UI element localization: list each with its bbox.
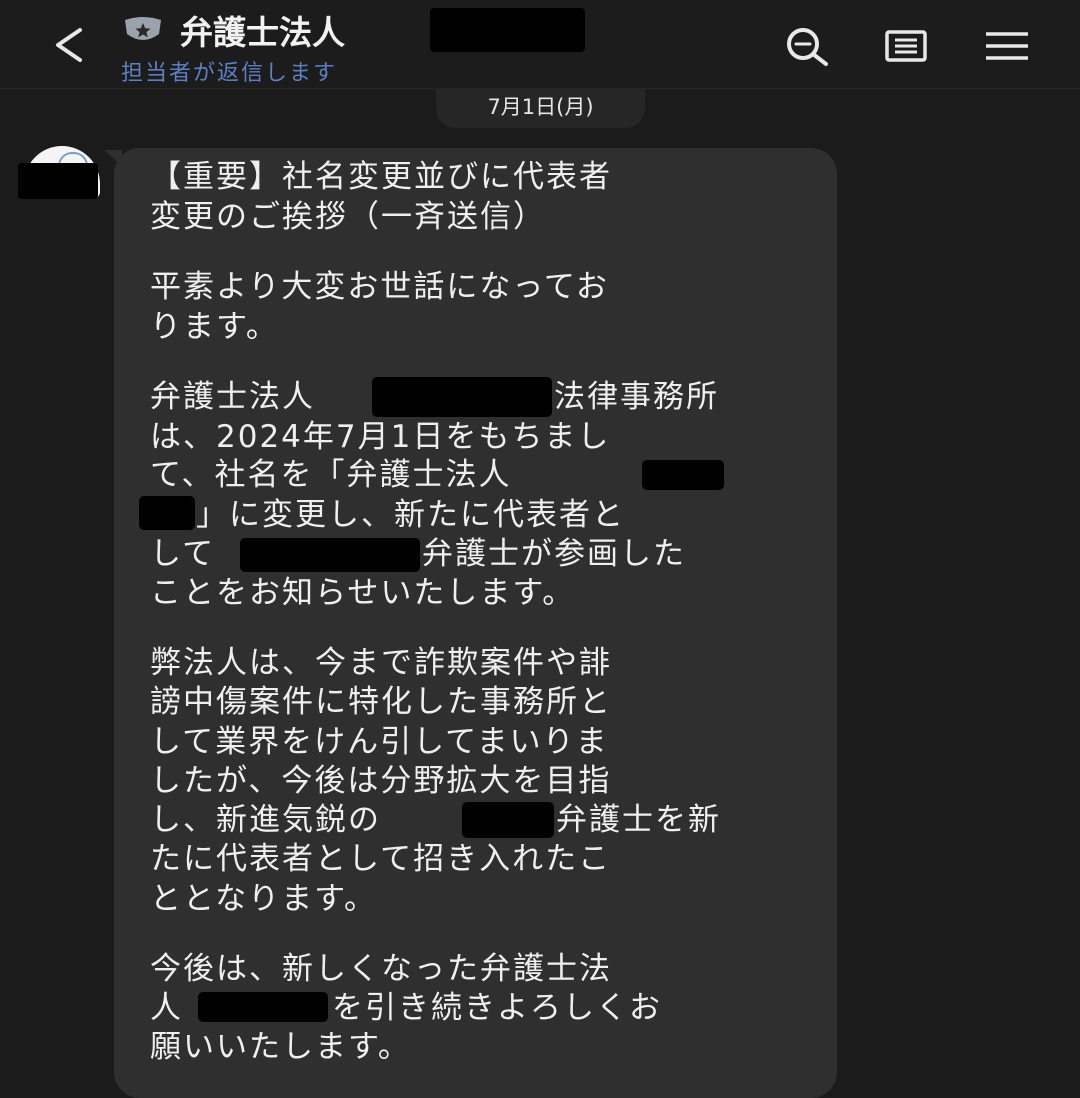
redaction-box — [139, 496, 195, 530]
search-button[interactable] — [782, 22, 832, 70]
message-line: 弁護士を新 — [556, 802, 721, 838]
notes-button[interactable] — [882, 22, 932, 70]
message-line: 弁護士が参画した — [422, 536, 686, 572]
message-line: 弊法人は、今まで詐欺案件や誹 — [150, 645, 612, 681]
message-line: 【重要】社名変更並びに代表者 — [150, 159, 612, 195]
menu-icon — [986, 32, 1028, 60]
message-line: し、新進気鋭の — [150, 802, 381, 838]
message-line: して — [150, 536, 216, 572]
search-icon — [787, 28, 828, 66]
message-line: を引き続きよろしくお — [332, 990, 662, 1026]
chat-header: 弁護士法人 担当者が返信します — [0, 0, 1080, 89]
date-divider: 7月1日(月) — [436, 88, 645, 128]
message-line: ことをお知らせいたします。 — [150, 575, 576, 611]
redaction-box — [372, 377, 552, 417]
message-line: て、社名を「弁護士法人 — [150, 457, 512, 493]
message-line: 平素より大変お世話になってお — [150, 269, 609, 305]
message-line: たに代表者として招き入れたこ — [150, 841, 612, 877]
redaction-box — [642, 460, 724, 490]
notes-icon — [885, 30, 927, 62]
message-line: 弁護士法人 — [150, 379, 315, 415]
message-line: 願いいたします。 — [150, 1029, 411, 1065]
message-line: ります。 — [150, 309, 279, 345]
message-line: 変更のご挨拶（一斉送信） — [150, 199, 546, 235]
chat-subtitle[interactable]: 担当者が返信します — [121, 55, 337, 87]
message-line: 謗中傷案件に特化した事務所と — [150, 684, 612, 720]
chevron-left-icon — [56, 28, 82, 62]
message-line: したが、今後は分野拡大を目指 — [150, 763, 612, 799]
shield-star-icon — [122, 16, 164, 46]
message-line: 法律事務所 — [554, 379, 719, 415]
message-line: 人 — [150, 990, 183, 1026]
redaction-box — [18, 163, 98, 199]
message-line: して業界をけん引してまいりま — [150, 724, 609, 760]
message-line: 今後は、新しくなった弁護士法 — [150, 951, 612, 987]
redaction-box — [462, 802, 554, 838]
redaction-box — [240, 538, 420, 572]
message-line: ととなります。 — [150, 881, 377, 917]
chat-title: 弁護士法人 — [180, 13, 345, 52]
back-button[interactable] — [46, 22, 90, 68]
redaction-box — [198, 992, 328, 1022]
message-line: 」に変更し、新たに代表者と — [196, 497, 625, 533]
message-line: は、2024年7月1日をもちまし — [150, 419, 611, 455]
redaction-box — [430, 8, 585, 52]
menu-button[interactable] — [982, 22, 1032, 70]
